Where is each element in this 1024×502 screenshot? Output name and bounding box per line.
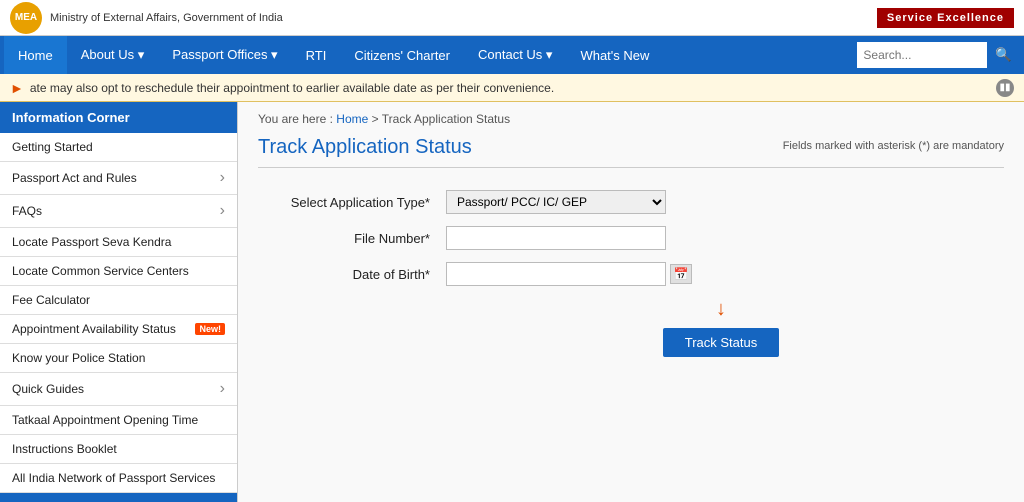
service-excellence-badge: Service Excellence <box>877 8 1014 28</box>
ticker-pause-button[interactable]: ▮▮ <box>996 79 1014 97</box>
new-badge: New! <box>195 323 225 335</box>
form-row-app-type: Select Application Type* Passport/ PCC/ … <box>258 184 1004 220</box>
nav-contact-us[interactable]: Contact Us ▾ <box>464 36 566 74</box>
mandatory-note: Fields marked with asterisk (*) are mand… <box>783 140 1004 152</box>
sidebar-item-fee-calculator[interactable]: Fee Calculator <box>0 286 237 315</box>
search-box: 🔍 <box>857 42 1020 68</box>
track-btn-container: ↓ Track Status <box>446 298 996 363</box>
nav-passport-offices[interactable]: Passport Offices ▾ <box>158 36 291 74</box>
ticker-text: ate may also opt to reschedule their app… <box>30 81 554 95</box>
app-type-label: Select Application Type* <box>258 184 438 220</box>
mea-logo: MEA <box>10 2 42 34</box>
sidebar-item-getting-started[interactable]: Getting Started <box>0 133 237 162</box>
sidebar-item-tatkaal[interactable]: Tatkaal Appointment Opening Time <box>0 406 237 435</box>
ticker-bar: ► ate may also opt to reschedule their a… <box>0 74 1024 102</box>
sidebar-item-passport-act[interactable]: Passport Act and Rules <box>0 162 237 195</box>
breadcrumb: You are here : Home > Track Application … <box>258 112 1004 126</box>
calendar-icon[interactable]: 📅 <box>670 264 692 284</box>
form-row-file-number: File Number* <box>258 220 1004 256</box>
file-number-label: File Number* <box>258 220 438 256</box>
ticker-arrow-icon: ► <box>10 80 24 96</box>
sidebar-section-info-corner: Information Corner <box>0 102 237 133</box>
dob-input[interactable] <box>446 262 666 286</box>
search-button[interactable]: 🔍 <box>987 42 1020 68</box>
nav-about-us[interactable]: About Us ▾ <box>67 36 159 74</box>
sidebar-item-ainps[interactable]: All India Network of Passport Services <box>0 464 237 493</box>
form-row-button: ↓ Track Status <box>258 292 1004 369</box>
sidebar-item-faqs[interactable]: FAQs <box>0 195 237 228</box>
sidebar-section-forms: Forms and Affidavits <box>0 493 237 502</box>
dob-label: Date of Birth* <box>258 256 438 292</box>
app-type-select[interactable]: Passport/ PCC/ IC/ GEP Passport PCC IC G… <box>446 190 666 214</box>
dob-wrapper: 📅 <box>446 262 996 286</box>
nav-home[interactable]: Home <box>4 36 67 74</box>
form-row-dob: Date of Birth* 📅 <box>258 256 1004 292</box>
top-bar: MEA Ministry of External Affairs, Govern… <box>0 0 1024 36</box>
content-area: You are here : Home > Track Application … <box>238 102 1024 502</box>
search-input[interactable] <box>857 42 987 68</box>
breadcrumb-home-link[interactable]: Home <box>336 112 368 126</box>
sidebar-item-appointment-availability[interactable]: Appointment Availability Status New! <box>0 315 237 344</box>
sidebar-item-locate-csc[interactable]: Locate Common Service Centers <box>0 257 237 286</box>
sidebar-item-instructions[interactable]: Instructions Booklet <box>0 435 237 464</box>
nav-rti[interactable]: RTI <box>292 36 341 74</box>
logo-area: MEA Ministry of External Affairs, Govern… <box>10 2 877 34</box>
ministry-text: Ministry of External Affairs, Government… <box>50 12 283 24</box>
track-form: Select Application Type* Passport/ PCC/ … <box>258 184 1004 369</box>
file-number-input[interactable] <box>446 226 666 250</box>
sidebar-item-police-station[interactable]: Know your Police Station <box>0 344 237 373</box>
sidebar-item-quick-guides[interactable]: Quick Guides <box>0 373 237 406</box>
nav-bar: Home About Us ▾ Passport Offices ▾ RTI C… <box>0 36 1024 74</box>
nav-whats-new[interactable]: What's New <box>566 36 663 74</box>
main-layout: Information Corner Getting Started Passp… <box>0 102 1024 502</box>
breadcrumb-current: Track Application Status <box>382 112 510 126</box>
sidebar: Information Corner Getting Started Passp… <box>0 102 238 502</box>
track-status-button[interactable]: Track Status <box>663 328 779 357</box>
sidebar-item-locate-psk[interactable]: Locate Passport Seva Kendra <box>0 228 237 257</box>
down-arrow-icon: ↓ <box>716 298 726 321</box>
nav-citizens-charter[interactable]: Citizens' Charter <box>340 36 464 74</box>
